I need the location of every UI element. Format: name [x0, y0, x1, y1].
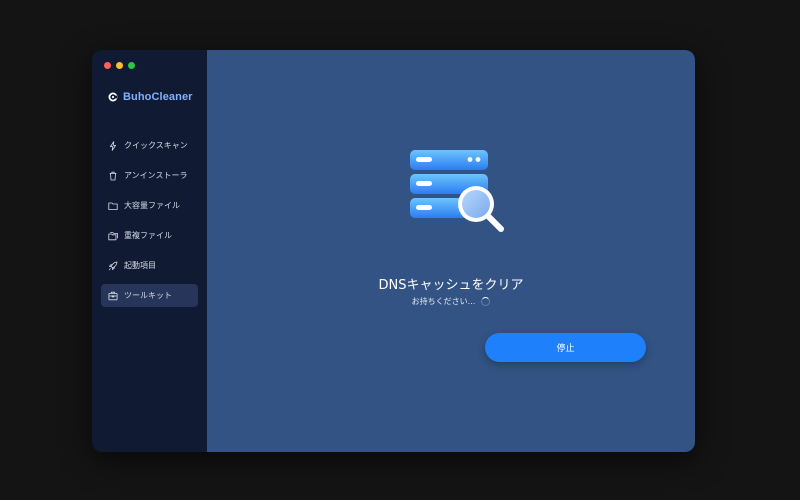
- zoom-window-button[interactable]: [128, 62, 135, 69]
- sidebar-nav: クイックスキャン アンインストーラ 大容量ファイル 重複ファイル 起動項目 ツー…: [101, 134, 198, 314]
- main-panel: DNSキャッシュをクリア お持ちください... 停止: [207, 50, 695, 452]
- status-text: お持ちください...: [411, 297, 476, 306]
- buhocleaner-logo-icon: [108, 92, 118, 102]
- minimize-window-button[interactable]: [116, 62, 123, 69]
- sidebar-item-label: ツールキット: [124, 291, 172, 300]
- sidebar-item-label: 重複ファイル: [124, 231, 172, 240]
- brand: BuhoCleaner: [108, 91, 193, 103]
- dns-server-search-icon: [410, 150, 504, 232]
- rocket-icon: [108, 261, 118, 270]
- app-window: BuhoCleaner クイックスキャン アンインストーラ 大容量ファイル 重複…: [92, 50, 695, 452]
- stop-button[interactable]: 停止: [485, 333, 646, 362]
- sidebar-item-label: クイックスキャン: [124, 141, 188, 150]
- page-title: DNSキャッシュをクリア: [378, 278, 524, 293]
- sidebar: BuhoCleaner クイックスキャン アンインストーラ 大容量ファイル 重複…: [92, 50, 207, 452]
- close-window-button[interactable]: [104, 62, 111, 69]
- window-controls: [104, 62, 135, 69]
- sidebar-item-large-files[interactable]: 大容量ファイル: [101, 194, 198, 217]
- duplicate-folder-icon: [108, 231, 118, 240]
- sidebar-item-label: 起動項目: [124, 261, 156, 270]
- sidebar-item-uninstaller[interactable]: アンインストーラ: [101, 164, 198, 187]
- trash-icon: [109, 171, 117, 180]
- lightning-icon: [110, 140, 116, 151]
- app-name: BuhoCleaner: [123, 91, 193, 103]
- status-row: お持ちください...: [207, 296, 695, 307]
- sidebar-item-startup-items[interactable]: 起動項目: [101, 254, 198, 277]
- toolkit-icon: [108, 291, 118, 300]
- sidebar-item-label: アンインストーラ: [124, 171, 188, 180]
- sidebar-item-label: 大容量ファイル: [124, 201, 180, 210]
- folder-icon: [108, 202, 118, 210]
- loading-spinner-icon: [481, 297, 491, 306]
- sidebar-item-quick-scan[interactable]: クイックスキャン: [101, 134, 198, 157]
- sidebar-item-duplicate-files[interactable]: 重複ファイル: [101, 224, 198, 247]
- sidebar-item-toolkit[interactable]: ツールキット: [101, 284, 198, 307]
